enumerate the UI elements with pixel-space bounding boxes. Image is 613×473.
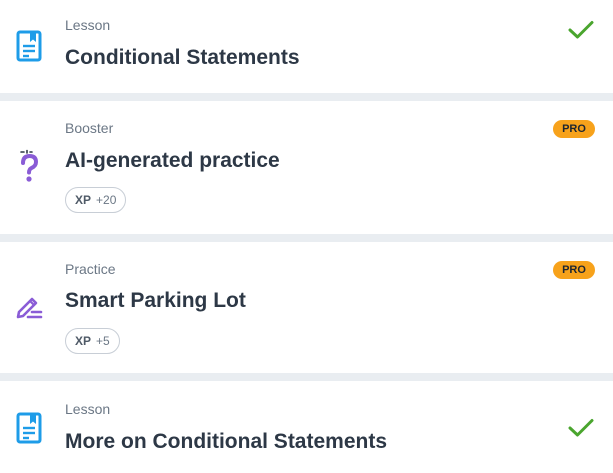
item-title: More on Conditional Statements (65, 430, 388, 453)
list-item-lesson[interactable]: Lesson More on Conditional Statements (0, 381, 613, 473)
item-title: Conditional Statements (65, 46, 300, 69)
xp-value: +5 (96, 334, 110, 348)
list-item-practice[interactable]: Practice Smart Parking Lot PRO XP +5 (0, 242, 613, 373)
item-type-label: Lesson (65, 17, 111, 33)
item-title: Smart Parking Lot (65, 289, 246, 312)
xp-reward-chip: XP +20 (65, 187, 127, 213)
pencil-edit-icon (16, 297, 43, 319)
xp-value: +20 (96, 193, 117, 207)
question-sparkle-icon (20, 149, 39, 182)
checkmark-icon (568, 21, 594, 39)
list-item-lesson[interactable]: Lesson Conditional Statements (0, 0, 613, 93)
lesson-book-icon (16, 412, 42, 444)
item-type-label: Booster (65, 120, 114, 136)
list-item-booster[interactable]: Booster AI-generated practice PRO XP +20 (0, 101, 613, 234)
xp-label: XP (75, 193, 92, 207)
item-type-label: Lesson (65, 401, 111, 417)
xp-label: XP (75, 334, 92, 348)
item-title: AI-generated practice (65, 149, 280, 172)
pro-badge: PRO (553, 261, 595, 279)
lesson-book-icon (16, 30, 42, 62)
xp-reward-chip: XP +5 (65, 328, 120, 354)
item-type-label: Practice (65, 261, 116, 277)
checkmark-icon (568, 419, 594, 437)
pro-badge: PRO (553, 120, 595, 138)
learning-path-list: Lesson Conditional Statements Booster AI… (0, 0, 613, 473)
